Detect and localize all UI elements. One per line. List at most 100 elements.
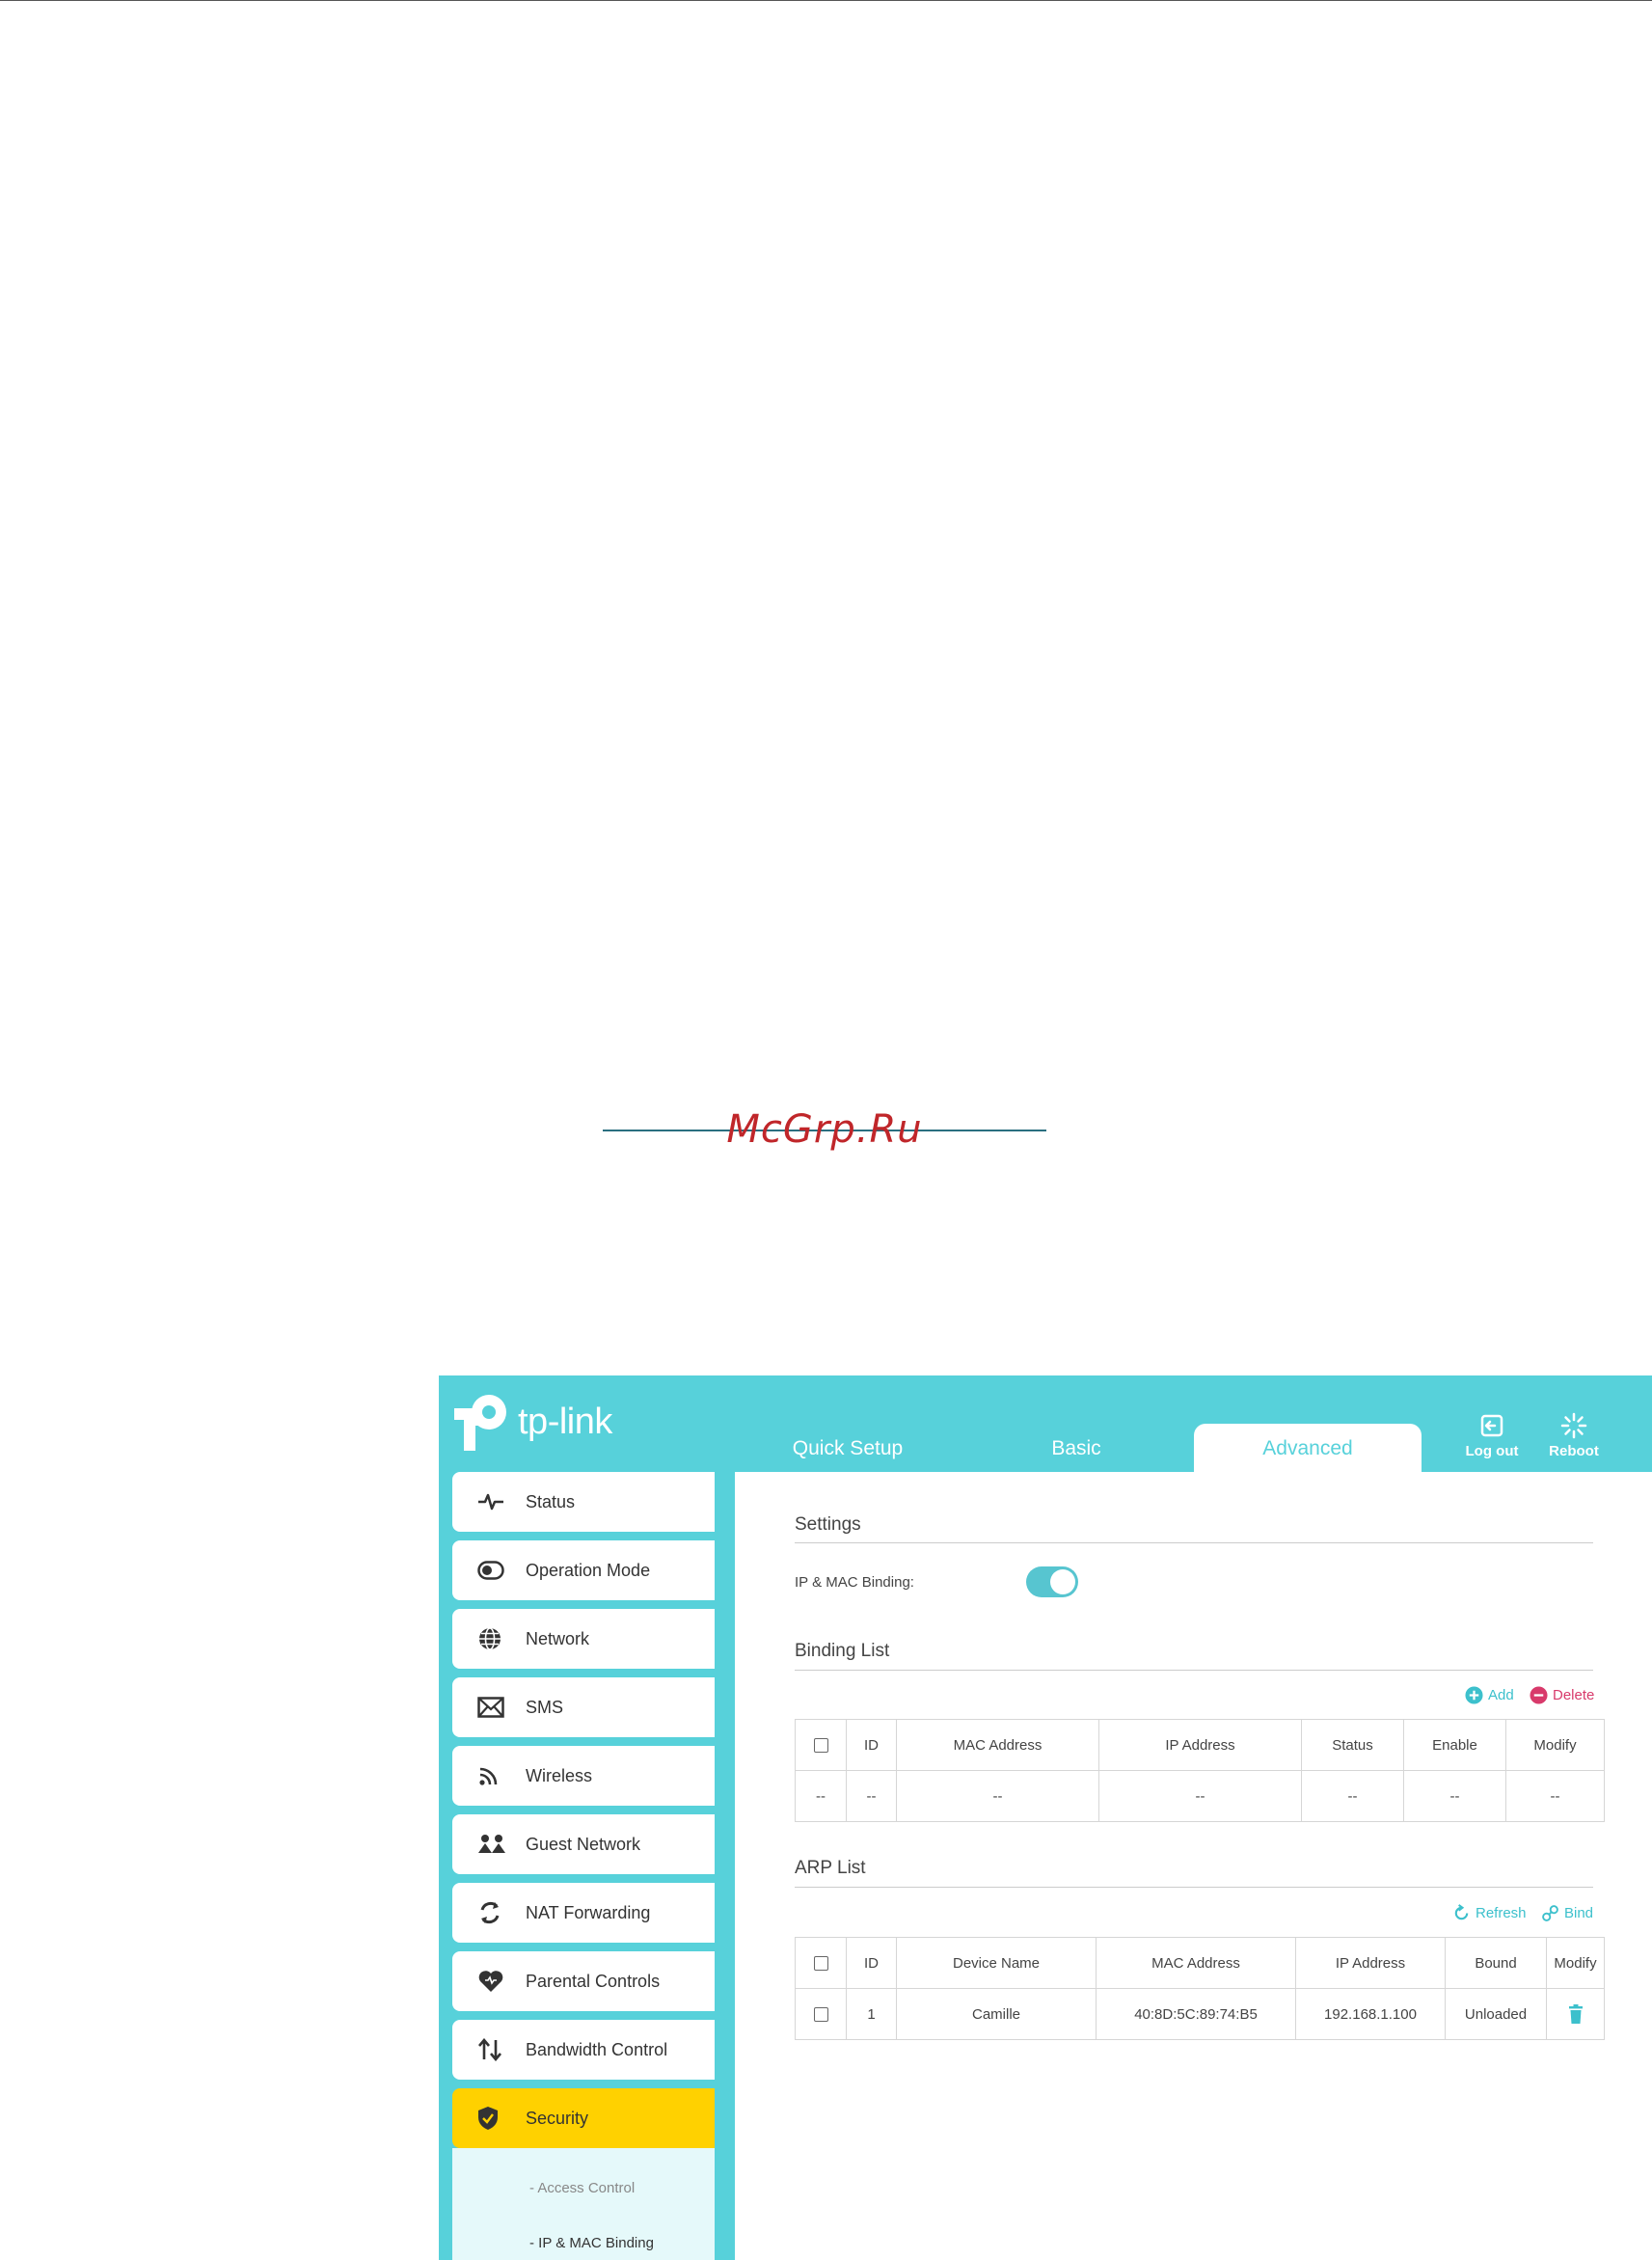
sidebar-item-label: Bandwidth Control (526, 2039, 668, 2059)
sidebar-item-parental-controls[interactable]: Parental Controls (452, 1951, 715, 2011)
sidebar-item-label: Network (526, 1628, 590, 1648)
sidebar-item-nat-forwarding[interactable]: NAT Forwarding (452, 1883, 715, 1943)
watermark-text: McGrp.Ru (726, 1107, 923, 1152)
submenu-item-ip-mac-binding[interactable]: - IP & MAC Binding (452, 2196, 715, 2251)
tp-link-logo: tp-link (450, 1391, 612, 1453)
logout-label: Log out (1465, 1443, 1519, 1459)
reboot-button[interactable]: Reboot (1540, 1412, 1608, 1459)
reboot-icon (1560, 1412, 1587, 1439)
table-cell: 40:8D:5C:89:74:B5 (1096, 1988, 1296, 2040)
column-header: MAC Address (896, 1719, 1099, 1771)
security-submenu: - Access Control - IP & MAC Binding (452, 2148, 715, 2260)
arrows-updown-icon (477, 2038, 526, 2061)
sidebar-item-wireless[interactable]: Wireless (452, 1746, 715, 1806)
column-header: Modify (1546, 1937, 1605, 1989)
submenu-item-access-control[interactable]: - Access Control (452, 2148, 715, 2196)
logo-text: tp-link (518, 1401, 612, 1442)
select-all-cell (795, 1719, 847, 1771)
router-admin-window: tp-link Quick Setup Basic Advanced Log o… (439, 1375, 1652, 2260)
shield-icon (477, 2106, 526, 2131)
settings-rule (795, 1542, 1593, 1543)
arp-list-rule (795, 1887, 1593, 1888)
add-button[interactable]: Add (1465, 1686, 1514, 1704)
heart-icon (477, 1970, 526, 1993)
arp-list-table: ID Device Name MAC Address IP Address Bo… (795, 1937, 1605, 2040)
nat-icon (477, 1900, 526, 1925)
column-header: IP Address (1098, 1719, 1302, 1771)
table-row: 1 Camille 40:8D:5C:89:74:B5 192.168.1.10… (795, 1988, 1605, 2040)
column-header: Status (1301, 1719, 1404, 1771)
binding-list-table: ID MAC Address IP Address Status Enable … (795, 1719, 1605, 1822)
refresh-icon (1454, 1904, 1469, 1920)
logout-icon (1480, 1414, 1503, 1437)
sidebar-item-status[interactable]: Status (452, 1472, 715, 1532)
column-header: Bound (1445, 1937, 1547, 1989)
envelope-icon (477, 1697, 526, 1718)
trash-icon[interactable] (1568, 2004, 1584, 2024)
table-cell: -- (1505, 1770, 1605, 1822)
table-cell: 192.168.1.100 (1295, 1988, 1446, 2040)
sidebar-item-sms[interactable]: SMS (452, 1677, 715, 1737)
column-header: IP Address (1295, 1937, 1446, 1989)
column-header: Enable (1403, 1719, 1506, 1771)
sidebar-item-operation-mode[interactable]: Operation Mode (452, 1540, 715, 1600)
sidebar-item-label: Guest Network (526, 1834, 641, 1854)
reboot-label: Reboot (1549, 1443, 1599, 1459)
toggle-mode-icon (477, 1561, 526, 1580)
sidebar-item-guest-network[interactable]: Guest Network (452, 1814, 715, 1874)
row-select-cell (795, 1988, 847, 2040)
table-header-row: ID MAC Address IP Address Status Enable … (795, 1719, 1605, 1771)
bind-button[interactable]: Bind (1541, 1904, 1593, 1922)
settings-title: Settings (795, 1514, 861, 1535)
table-cell: Camille (896, 1988, 1097, 2040)
refresh-label: Refresh (1476, 1905, 1527, 1921)
guests-icon (477, 1834, 526, 1855)
table-cell: -- (846, 1770, 897, 1822)
table-cell: -- (896, 1770, 1099, 1822)
sidebar-item-label: Operation Mode (526, 1560, 651, 1580)
table-cell: Unloaded (1445, 1988, 1547, 2040)
top-rule (0, 0, 1652, 1)
bind-label: Bind (1564, 1905, 1594, 1921)
tab-quick-setup[interactable]: Quick Setup (734, 1424, 961, 1474)
logout-button[interactable]: Log out (1458, 1412, 1526, 1459)
globe-icon (477, 1626, 526, 1651)
table-cell: -- (1098, 1770, 1302, 1822)
row-modify-cell (1546, 1988, 1605, 2040)
main-panel: Settings IP & MAC Binding: Binding List … (735, 1472, 1652, 2260)
sidebar-item-label: Wireless (526, 1765, 593, 1785)
row-checkbox[interactable] (813, 2007, 828, 2023)
table-cell: -- (1301, 1770, 1404, 1822)
select-all-checkbox[interactable] (813, 1738, 828, 1754)
pulse-icon (477, 1492, 526, 1511)
remove-icon (1530, 1686, 1548, 1704)
add-label: Add (1488, 1687, 1514, 1703)
refresh-button[interactable]: Refresh (1452, 1904, 1527, 1922)
delete-button[interactable]: Delete (1530, 1686, 1594, 1704)
column-header: Modify (1505, 1719, 1605, 1771)
sidebar-item-label: SMS (526, 1697, 564, 1717)
sidebar-item-bandwidth-control[interactable]: Bandwidth Control (452, 2020, 715, 2080)
sidebar-item-label: Parental Controls (526, 1971, 661, 1991)
sidebar-item-label: Security (526, 2108, 589, 2128)
column-header: ID (846, 1937, 897, 1989)
column-header: MAC Address (1096, 1937, 1296, 1989)
sidebar-item-security[interactable]: Security (452, 2088, 715, 2148)
column-header: Device Name (896, 1937, 1097, 1989)
table-row: -- -- -- -- -- -- -- (795, 1770, 1605, 1822)
ip-mac-binding-toggle[interactable] (1026, 1566, 1078, 1597)
wireless-icon (477, 1764, 526, 1787)
table-cell: -- (1403, 1770, 1506, 1822)
column-header: ID (846, 1719, 897, 1771)
table-cell: -- (795, 1770, 847, 1822)
sidebar-item-label: Status (526, 1491, 576, 1511)
select-all-checkbox[interactable] (813, 1956, 828, 1972)
select-all-cell (795, 1937, 847, 1989)
sidebar-item-network[interactable]: Network (452, 1609, 715, 1669)
link-icon (1542, 1905, 1558, 1921)
ip-mac-binding-label: IP & MAC Binding: (795, 1574, 914, 1591)
add-icon (1465, 1686, 1483, 1704)
tab-advanced[interactable]: Advanced (1194, 1424, 1422, 1474)
binding-list-title: Binding List (795, 1641, 890, 1661)
tab-basic[interactable]: Basic (962, 1424, 1190, 1474)
